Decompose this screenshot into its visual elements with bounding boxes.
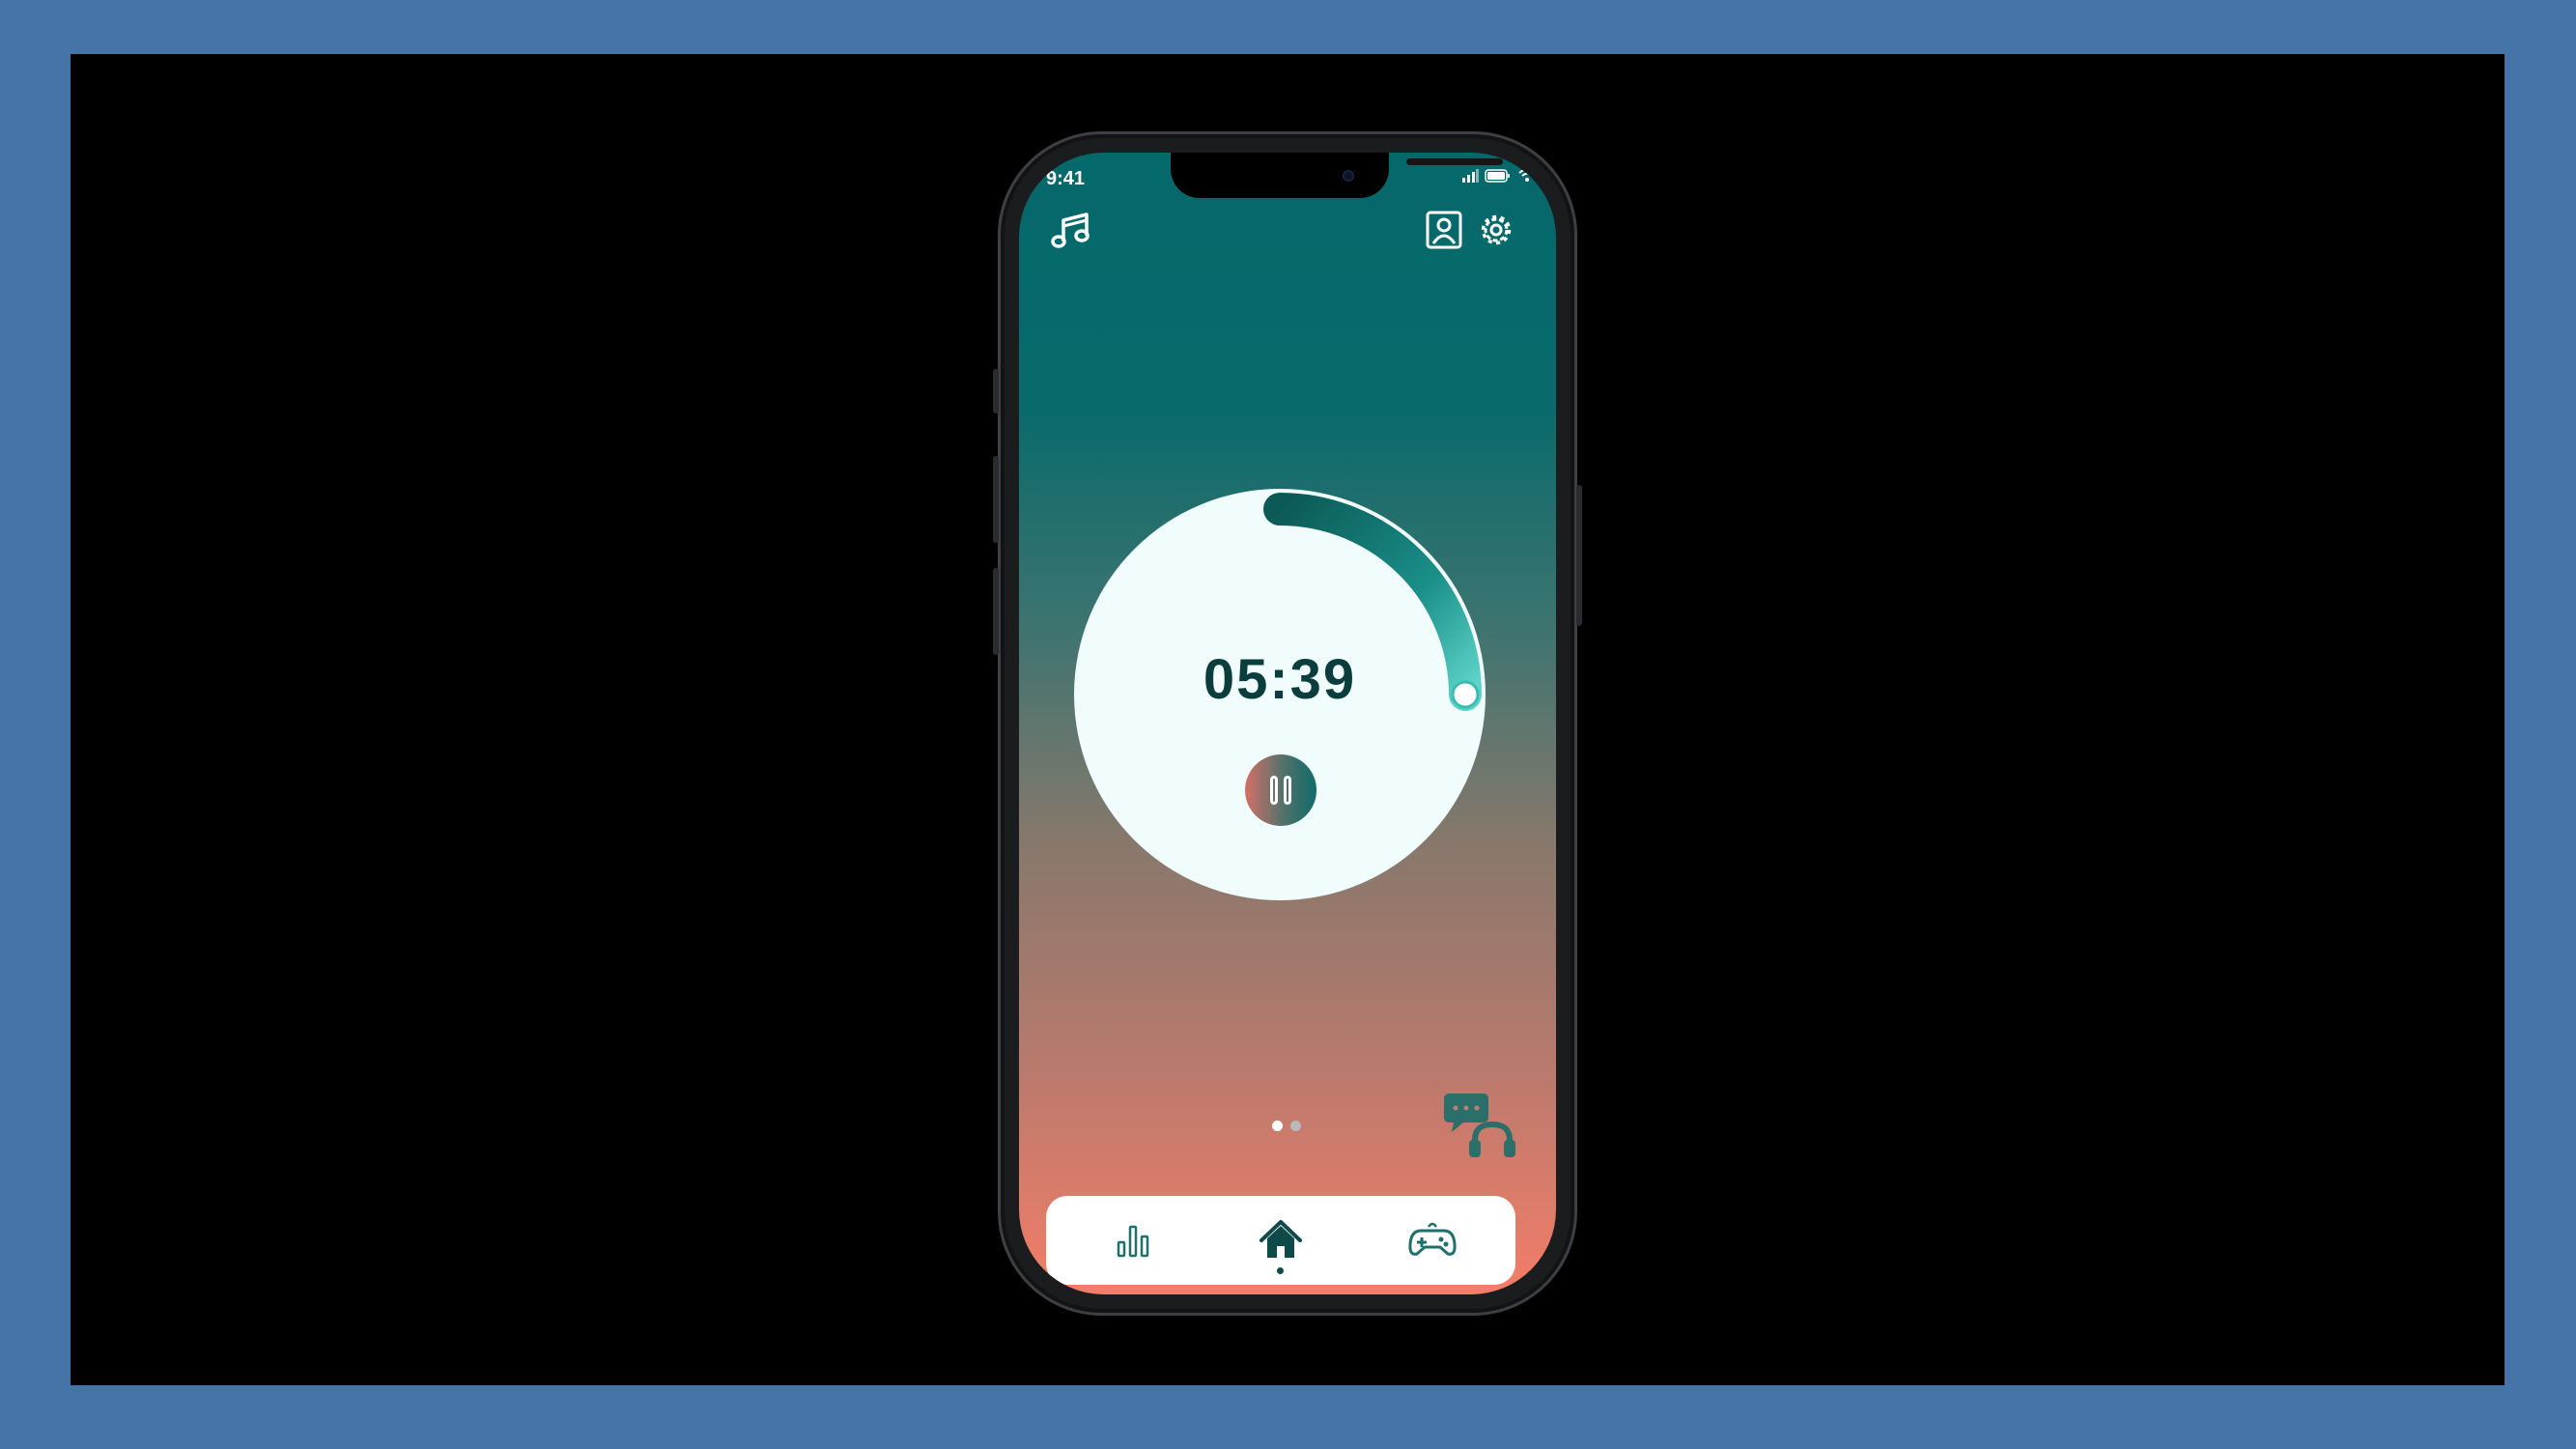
speaker-grille (1406, 158, 1503, 165)
pause-bar-left (1270, 776, 1278, 805)
stats-icon (1117, 1225, 1149, 1258)
gamepad-icon (1408, 1222, 1457, 1256)
power-button (1576, 485, 1582, 626)
page-dot-2[interactable] (1290, 1121, 1301, 1131)
signal-icon (1462, 168, 1479, 183)
presentation-stage: 9:41 05:39 (71, 54, 2505, 1385)
wifi-icon (1518, 168, 1536, 182)
music-icon[interactable] (1050, 209, 1092, 251)
volume-up-button (993, 456, 999, 543)
notch (1171, 153, 1503, 198)
settings-icon[interactable] (1475, 209, 1517, 251)
nav-home-button[interactable] (1254, 1213, 1308, 1267)
timer-dial: 05:39 (1074, 489, 1486, 900)
app-screen: 9:41 05:39 (1019, 153, 1556, 1294)
timer-display: 05:39 (1203, 648, 1357, 711)
camera-icon (1343, 170, 1354, 182)
home-icon (1260, 1220, 1302, 1258)
page-indicator (1272, 1121, 1301, 1131)
page-dot-1[interactable] (1272, 1121, 1283, 1131)
pause-button[interactable] (1245, 754, 1316, 826)
nav-games-button[interactable] (1405, 1213, 1459, 1267)
status-time: 9:41 (1046, 168, 1086, 189)
nav-active-indicator (1277, 1267, 1284, 1274)
bottom-nav-bar (1046, 1196, 1515, 1285)
nav-stats-button[interactable] (1106, 1213, 1160, 1267)
phone-frame: 9:41 05:39 (993, 131, 1582, 1316)
support-headset-icon[interactable] (1442, 1088, 1519, 1165)
pause-bar-right (1284, 776, 1291, 805)
battery-icon (1485, 168, 1510, 183)
volume-down-button (993, 568, 999, 655)
status-icons (1461, 168, 1537, 183)
mute-switch (993, 369, 999, 413)
profile-icon[interactable] (1423, 209, 1465, 251)
